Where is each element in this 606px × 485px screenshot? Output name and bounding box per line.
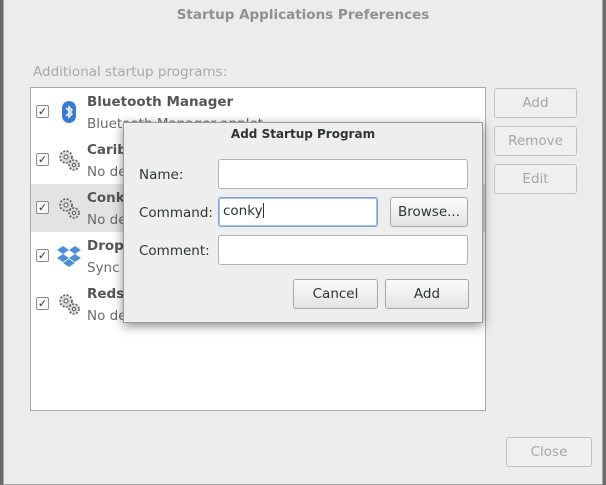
browse-button[interactable]: Browse... <box>390 197 468 227</box>
gears-icon <box>59 150 80 171</box>
command-label: Command: <box>139 205 213 221</box>
comment-label: Comment: <box>139 243 210 259</box>
enable-checkbox[interactable]: ✓ <box>36 201 49 214</box>
dropbox-icon <box>57 246 81 267</box>
gears-icon <box>59 198 80 219</box>
comment-field[interactable] <box>218 235 468 265</box>
command-field[interactable]: conky <box>218 197 378 227</box>
remove-button[interactable]: Remove <box>494 126 577 156</box>
cancel-button[interactable]: Cancel <box>293 279 378 309</box>
bluetooth-icon <box>62 101 76 123</box>
enable-checkbox[interactable]: ✓ <box>36 297 49 310</box>
dialog-title: Add Startup Program <box>230 127 376 141</box>
name-field[interactable] <box>218 159 468 189</box>
window-title: Startup Applications Preferences <box>176 7 430 23</box>
close-button[interactable]: Close <box>506 437 592 467</box>
text-caret <box>262 203 264 218</box>
name-label: Name: <box>139 167 184 183</box>
enable-checkbox[interactable]: ✓ <box>36 249 49 262</box>
gears-icon <box>59 294 80 315</box>
edit-button[interactable]: Edit <box>494 164 577 194</box>
section-label: Additional startup programs: <box>33 64 228 80</box>
program-name: Bluetooth Manager <box>87 94 234 110</box>
dialog-add-button[interactable]: Add <box>385 279 469 309</box>
add-startup-program-dialog: Add Startup Program Name: Command: conky… <box>123 122 483 323</box>
enable-checkbox[interactable]: ✓ <box>36 153 49 166</box>
add-button[interactable]: Add <box>494 88 577 118</box>
enable-checkbox[interactable]: ✓ <box>36 105 49 118</box>
command-value: conky <box>223 203 263 219</box>
